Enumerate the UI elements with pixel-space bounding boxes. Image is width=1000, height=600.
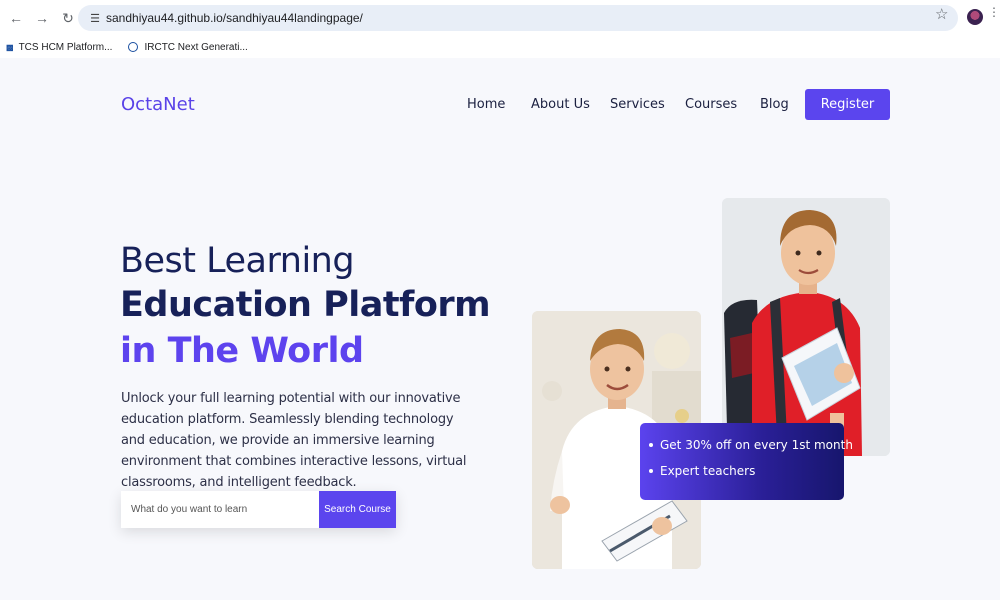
hero-title-line3: in The World — [120, 331, 364, 371]
hero-title-line2: Education Platform — [120, 285, 491, 325]
promo-item-text: Expert teachers — [660, 464, 756, 478]
tcs-icon: ▩ — [6, 42, 14, 52]
browser-menu-icon[interactable]: ⋮ — [988, 6, 1000, 18]
course-search: Search Course — [121, 491, 396, 528]
hero-photo-boy-backpack — [722, 198, 890, 456]
forward-icon[interactable]: → — [30, 6, 54, 30]
promo-card: Get 30% off on every 1st month Expert te… — [640, 423, 853, 500]
address-bar[interactable]: ☰ sandhiyau44.github.io/sandhiyau44landi… — [78, 5, 958, 31]
promo-item: Expert teachers — [649, 464, 755, 478]
bookmark-label: TCS HCM Platform... — [18, 41, 113, 53]
nav-courses[interactable]: Courses — [685, 97, 737, 112]
hero-description: Unlock your full learning potential with… — [121, 391, 467, 490]
profile-avatar[interactable] — [967, 9, 983, 25]
register-button[interactable]: Register — [805, 89, 890, 120]
bookmarks-bar: ▩ TCS HCM Platform... IRCTC Next Generat… — [0, 36, 1000, 58]
search-input[interactable] — [121, 491, 319, 528]
browser-toolbar: ← → ↻ ☰ sandhiyau44.github.io/sandhiyau4… — [0, 0, 1000, 36]
nav-blog[interactable]: Blog — [760, 97, 789, 112]
bullet-icon — [649, 469, 653, 473]
promo-item: Get 30% off on every 1st month — [649, 438, 853, 452]
nav-services[interactable]: Services — [610, 97, 665, 112]
hero-title-line1: Best Learning — [120, 241, 355, 281]
irctc-icon — [128, 42, 139, 52]
search-course-button[interactable]: Search Course — [319, 491, 396, 528]
bookmark-label: IRCTC Next Generati... — [144, 41, 248, 53]
bookmark-irctc[interactable]: IRCTC Next Generati... — [128, 41, 248, 53]
site-logo[interactable]: OctaNet — [121, 94, 195, 115]
url-text[interactable]: sandhiyau44.github.io/sandhiyau44landing… — [106, 11, 363, 25]
bookmark-tcs[interactable]: ▩ TCS HCM Platform... — [6, 42, 112, 53]
nav-home[interactable]: Home — [467, 97, 505, 112]
promo-item-text: Get 30% off on every 1st month — [660, 438, 853, 452]
nav-about-us[interactable]: About Us — [531, 97, 590, 112]
bookmark-star-icon[interactable]: ☆ — [935, 5, 948, 23]
back-icon[interactable]: ← — [4, 6, 28, 30]
bullet-icon — [649, 443, 653, 447]
reload-icon[interactable]: ↻ — [56, 6, 80, 30]
site-settings-icon[interactable]: ☰ — [84, 12, 106, 25]
